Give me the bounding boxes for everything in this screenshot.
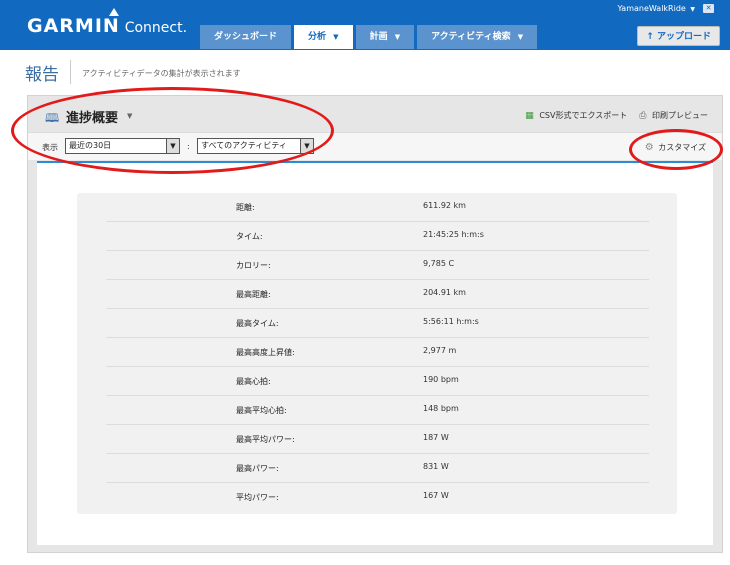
nav-tab-analysis[interactable]: 分析 ▼ (294, 25, 353, 49)
print-preview-link[interactable]: ⎙ 印刷プレビュー (639, 110, 708, 121)
nav-tab-label: 分析 (308, 32, 327, 42)
logo-brand: GARMIN (27, 15, 120, 37)
print-preview-label: 印刷プレビュー (652, 111, 708, 120)
annotation-ellipse-report-filters (11, 87, 334, 174)
table-row: 最高パワー: 831 W (106, 454, 649, 483)
stat-label: 距離: (236, 203, 255, 212)
top-navigation-bar: GARMIN Connect. YamaneWalkRide ▼ ✕ ダッシュボ… (0, 0, 730, 50)
report-body: 距離: 611.92 km タイム: 21:45:25 h:m:s カロリー: … (37, 161, 713, 545)
logo-triangle-icon (109, 8, 119, 16)
table-row: タイム: 21:45:25 h:m:s (106, 222, 649, 251)
chevron-down-icon: ▼ (333, 33, 339, 41)
garmin-connect-logo[interactable]: GARMIN Connect. (27, 8, 188, 37)
title-divider (70, 60, 71, 84)
stat-value: 167 W (423, 491, 449, 500)
printer-icon: ⎙ (639, 111, 647, 121)
nav-tab-label: アクティビティ検索 (431, 32, 511, 42)
user-name: YamaneWalkRide (617, 4, 686, 13)
report-actions: ▦ CSV形式でエクスポート ⎙ 印刷プレビュー (525, 110, 708, 121)
nav-tab-label: ダッシュボード (214, 32, 278, 42)
table-row: 最高平均パワー: 187 W (106, 425, 649, 454)
table-row: 最高心拍: 190 bpm (106, 367, 649, 396)
annotation-ellipse-customize (629, 129, 723, 170)
upload-label: アップロード (656, 32, 711, 42)
stat-value: 2,977 m (423, 346, 457, 355)
table-row: 最高タイム: 5:56:11 h:m:s (106, 309, 649, 338)
nav-tab-activity-search[interactable]: アクティビティ検索 ▼ (417, 25, 538, 49)
stat-label: 最高タイム: (236, 319, 279, 328)
stat-label: 最高パワー: (236, 464, 279, 473)
stat-label: カロリー: (236, 261, 271, 270)
main-nav: ダッシュボード 分析 ▼ 計画 ▼ アクティビティ検索 ▼ (200, 25, 538, 49)
table-row: 平均パワー: 167 W (106, 483, 649, 512)
export-csv-link[interactable]: ▦ CSV形式でエクスポート (525, 110, 627, 121)
close-icon[interactable]: ✕ (703, 4, 714, 13)
table-row: カロリー: 9,785 C (106, 251, 649, 280)
stat-value: 204.91 km (423, 288, 466, 297)
table-row: 最高平均心拍: 148 bpm (106, 396, 649, 425)
user-area: YamaneWalkRide ▼ ✕ (618, 4, 714, 13)
nav-tab-dashboard[interactable]: ダッシュボード (200, 25, 292, 49)
spreadsheet-icon: ▦ (525, 111, 534, 121)
stat-label: 最高距離: (236, 290, 271, 299)
table-row: 距離: 611.92 km (106, 193, 649, 222)
stat-label: 平均パワー: (236, 493, 279, 502)
logo-connect: Connect. (124, 20, 188, 36)
table-row: 最高高度上昇値: 2,977 m (106, 338, 649, 367)
stat-value: 611.92 km (423, 201, 466, 210)
up-arrow-icon: ↑ (646, 32, 654, 42)
stat-label: 最高高度上昇値: (236, 348, 295, 357)
stat-label: 最高平均パワー: (236, 435, 295, 444)
stat-value: 190 bpm (423, 375, 459, 384)
stat-value: 148 bpm (423, 404, 459, 413)
stat-label: 最高心拍: (236, 377, 271, 386)
stats-table: 距離: 611.92 km タイム: 21:45:25 h:m:s カロリー: … (77, 193, 677, 514)
chevron-down-icon: ▼ (394, 33, 401, 41)
stat-label: 最高平均心拍: (236, 406, 287, 415)
page-title: 報告 (25, 65, 59, 85)
stat-value: 9,785 C (423, 259, 455, 268)
stat-value: 831 W (423, 462, 449, 471)
stat-value: 187 W (423, 433, 449, 442)
chevron-down-icon: ▼ (517, 33, 524, 41)
export-csv-label: CSV形式でエクスポート (539, 111, 628, 120)
stat-value: 21:45:25 h:m:s (423, 230, 484, 239)
nav-tab-plan[interactable]: 計画 ▼ (355, 25, 415, 49)
upload-button[interactable]: ↑ アップロード (637, 26, 720, 46)
user-menu[interactable]: YamaneWalkRide ▼ (618, 4, 695, 13)
table-row: 最高距離: 204.91 km (106, 280, 649, 309)
chevron-down-icon: ▼ (690, 6, 695, 13)
nav-tab-label: 計画 (369, 32, 388, 42)
stat-label: タイム: (236, 232, 263, 241)
page-subtitle: アクティビティデータの集計が表示されます (82, 69, 241, 78)
stat-value: 5:56:11 h:m:s (423, 317, 479, 326)
